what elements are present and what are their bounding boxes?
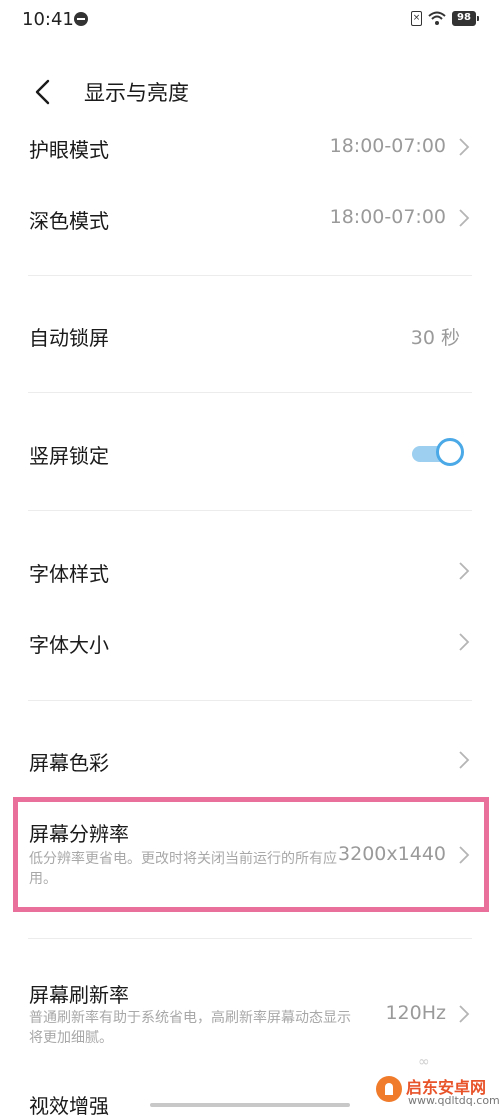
font-style-label: 字体样式 (29, 562, 109, 586)
chevron-right-icon (459, 562, 470, 580)
wifi-icon (428, 11, 446, 25)
auto-lock-value: 30 秒 (410, 327, 460, 349)
watermark-logo-icon (376, 1076, 402, 1102)
font-style-row[interactable]: 字体样式 (0, 550, 500, 594)
status-time: 10:41 (22, 9, 74, 30)
sim-icon: × (411, 11, 422, 26)
portrait-lock-toggle[interactable] (412, 436, 468, 470)
refresh-rate-row[interactable]: 屏幕刷新率 普通刷新率有助于系统省电，高刷新率屏幕动态显示将更加细腻。 120H… (0, 979, 500, 1055)
refresh-rate-description: 普通刷新率有助于系统省电，高刷新率屏幕动态显示将更加细腻。 (29, 1010, 351, 1046)
chevron-right-icon (459, 633, 470, 651)
eye-protection-label: 护眼模式 (29, 138, 109, 162)
divider (28, 275, 472, 276)
portrait-lock-row: 竖屏锁定 (0, 432, 500, 476)
refresh-rate-label: 屏幕刷新率 (29, 983, 129, 1007)
refresh-rate-value: 120Hz (385, 1002, 446, 1024)
divider (28, 510, 472, 511)
divider (28, 392, 472, 393)
resolution-row[interactable]: 屏幕分辨率 低分辨率更省电。更改时将关闭当前运行的所有应用。 3200x1440 (0, 818, 500, 894)
page-title: 显示与亮度 (84, 81, 189, 105)
divider (28, 700, 472, 701)
partial-icon: ∞ (418, 1054, 430, 1070)
chevron-right-icon (459, 846, 470, 864)
eye-protection-row[interactable]: 护眼模式 18:00-07:00 (0, 126, 500, 170)
screen-color-row[interactable]: 屏幕色彩 (0, 739, 500, 783)
resolution-description: 低分辨率更省电。更改时将关闭当前运行的所有应用。 (29, 851, 337, 887)
chevron-right-icon (459, 209, 470, 227)
auto-lock-row[interactable]: 自动锁屏 30 秒 (0, 314, 500, 358)
visual-enhance-label: 视效增强 (29, 1094, 109, 1118)
chevron-right-icon (459, 751, 470, 769)
dark-mode-row[interactable]: 深色模式 18:00-07:00 (0, 197, 500, 241)
chevron-right-icon (459, 138, 470, 156)
watermark: 启东安卓网 www.qdltdq.com (376, 1074, 500, 1111)
resolution-value: 3200x1440 (338, 843, 446, 865)
font-size-row[interactable]: 字体大小 (0, 621, 500, 665)
auto-lock-label: 自动锁屏 (29, 326, 109, 350)
watermark-url: www.qdltdq.com (408, 1094, 500, 1107)
battery-icon: 98 (452, 11, 479, 26)
dark-mode-value: 18:00-07:00 (329, 206, 446, 228)
font-size-label: 字体大小 (29, 633, 109, 657)
status-bar: 10:41 × 98 (0, 0, 500, 40)
chevron-left-icon[interactable] (30, 78, 58, 106)
home-indicator[interactable] (150, 1103, 350, 1107)
screen-color-label: 屏幕色彩 (29, 751, 109, 775)
portrait-lock-label: 竖屏锁定 (29, 444, 109, 468)
divider (28, 938, 472, 939)
eye-protection-value: 18:00-07:00 (329, 135, 446, 157)
dark-mode-label: 深色模式 (29, 209, 109, 233)
toggle-knob (436, 438, 464, 466)
do-not-disturb-icon (74, 12, 88, 26)
chevron-right-icon (459, 1005, 470, 1023)
resolution-label: 屏幕分辨率 (29, 822, 129, 846)
